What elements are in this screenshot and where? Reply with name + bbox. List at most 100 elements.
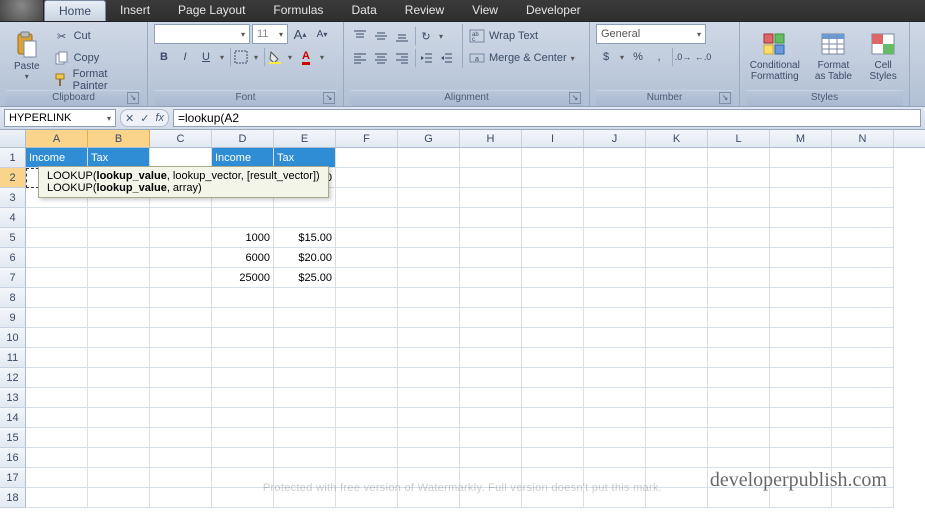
cell-F11[interactable] xyxy=(336,348,398,368)
cell-N10[interactable] xyxy=(832,328,894,348)
number-format-combo[interactable]: General▾ xyxy=(596,24,706,44)
cell-D13[interactable] xyxy=(212,388,274,408)
cell-L1[interactable] xyxy=(708,148,770,168)
cell-D4[interactable] xyxy=(212,208,274,228)
cell-M14[interactable] xyxy=(770,408,832,428)
cell-F9[interactable] xyxy=(336,308,398,328)
cell-N16[interactable] xyxy=(832,448,894,468)
cell-C11[interactable] xyxy=(150,348,212,368)
cell-D5[interactable]: 1000 xyxy=(212,228,274,248)
font-size-combo[interactable]: 11▾ xyxy=(252,24,288,44)
format-as-table-button[interactable]: Format as Table xyxy=(810,24,858,88)
cell-K13[interactable] xyxy=(646,388,708,408)
cell-I15[interactable] xyxy=(522,428,584,448)
cell-F12[interactable] xyxy=(336,368,398,388)
cell-L7[interactable] xyxy=(708,268,770,288)
cell-M11[interactable] xyxy=(770,348,832,368)
cell-A14[interactable] xyxy=(26,408,88,428)
column-header-L[interactable]: L xyxy=(708,130,770,147)
cell-N18[interactable] xyxy=(832,488,894,508)
cell-L8[interactable] xyxy=(708,288,770,308)
cell-B5[interactable] xyxy=(88,228,150,248)
tab-formulas[interactable]: Formulas xyxy=(259,0,337,21)
cell-N2[interactable] xyxy=(832,168,894,188)
cell-A9[interactable] xyxy=(26,308,88,328)
cell-L5[interactable] xyxy=(708,228,770,248)
cell-M2[interactable] xyxy=(770,168,832,188)
cell-D9[interactable] xyxy=(212,308,274,328)
cell-I18[interactable] xyxy=(522,488,584,508)
cell-A15[interactable] xyxy=(26,428,88,448)
cell-D7[interactable]: 25000 xyxy=(212,268,274,288)
cell-F8[interactable] xyxy=(336,288,398,308)
cell-J12[interactable] xyxy=(584,368,646,388)
cell-N8[interactable] xyxy=(832,288,894,308)
cell-D15[interactable] xyxy=(212,428,274,448)
cell-J13[interactable] xyxy=(584,388,646,408)
column-header-N[interactable]: N xyxy=(832,130,894,147)
cell-H16[interactable] xyxy=(460,448,522,468)
cell-L2[interactable] xyxy=(708,168,770,188)
cell-H5[interactable] xyxy=(460,228,522,248)
cell-N6[interactable] xyxy=(832,248,894,268)
cell-D17[interactable] xyxy=(212,468,274,488)
cell-A7[interactable] xyxy=(26,268,88,288)
cell-E6[interactable]: $20.00 xyxy=(274,248,336,268)
cell-E10[interactable] xyxy=(274,328,336,348)
cell-E18[interactable] xyxy=(274,488,336,508)
cell-C7[interactable] xyxy=(150,268,212,288)
cell-F15[interactable] xyxy=(336,428,398,448)
cell-G3[interactable] xyxy=(398,188,460,208)
cell-D14[interactable] xyxy=(212,408,274,428)
select-all-corner[interactable] xyxy=(0,130,26,147)
cell-A6[interactable] xyxy=(26,248,88,268)
cell-M5[interactable] xyxy=(770,228,832,248)
border-button[interactable] xyxy=(230,47,250,67)
row-header-13[interactable]: 13 xyxy=(0,388,26,408)
cell-I6[interactable] xyxy=(522,248,584,268)
cell-I3[interactable] xyxy=(522,188,584,208)
cell-D11[interactable] xyxy=(212,348,274,368)
cell-F14[interactable] xyxy=(336,408,398,428)
cell-J16[interactable] xyxy=(584,448,646,468)
cell-G4[interactable] xyxy=(398,208,460,228)
cell-E5[interactable]: $15.00 xyxy=(274,228,336,248)
cell-K6[interactable] xyxy=(646,248,708,268)
cell-K16[interactable] xyxy=(646,448,708,468)
enter-formula-button[interactable]: ✓ xyxy=(140,112,149,125)
cell-M8[interactable] xyxy=(770,288,832,308)
font-color-button[interactable]: A xyxy=(296,47,316,67)
cell-A16[interactable] xyxy=(26,448,88,468)
cell-L15[interactable] xyxy=(708,428,770,448)
column-header-G[interactable]: G xyxy=(398,130,460,147)
cell-H12[interactable] xyxy=(460,368,522,388)
comma-button[interactable]: , xyxy=(649,47,669,67)
cell-B9[interactable] xyxy=(88,308,150,328)
cell-J9[interactable] xyxy=(584,308,646,328)
bold-button[interactable]: B xyxy=(154,47,174,67)
dialog-launcher-icon[interactable]: ↘ xyxy=(323,92,335,104)
cell-M7[interactable] xyxy=(770,268,832,288)
cell-J5[interactable] xyxy=(584,228,646,248)
cell-C1[interactable] xyxy=(150,148,212,168)
cell-B8[interactable] xyxy=(88,288,150,308)
cell-K10[interactable] xyxy=(646,328,708,348)
format-painter-button[interactable]: Format Painter xyxy=(54,70,141,90)
cell-A4[interactable] xyxy=(26,208,88,228)
cell-E17[interactable] xyxy=(274,468,336,488)
cell-H13[interactable] xyxy=(460,388,522,408)
cell-K17[interactable] xyxy=(646,468,708,488)
cell-B4[interactable] xyxy=(88,208,150,228)
cell-L11[interactable] xyxy=(708,348,770,368)
cell-D6[interactable]: 6000 xyxy=(212,248,274,268)
cell-I4[interactable] xyxy=(522,208,584,228)
cell-F6[interactable] xyxy=(336,248,398,268)
name-box[interactable]: HYPERLINK▾ xyxy=(4,109,116,127)
font-name-combo[interactable]: ▾ xyxy=(154,24,250,44)
cell-C15[interactable] xyxy=(150,428,212,448)
cell-H15[interactable] xyxy=(460,428,522,448)
cell-N1[interactable] xyxy=(832,148,894,168)
cell-I11[interactable] xyxy=(522,348,584,368)
cell-H9[interactable] xyxy=(460,308,522,328)
cell-I12[interactable] xyxy=(522,368,584,388)
